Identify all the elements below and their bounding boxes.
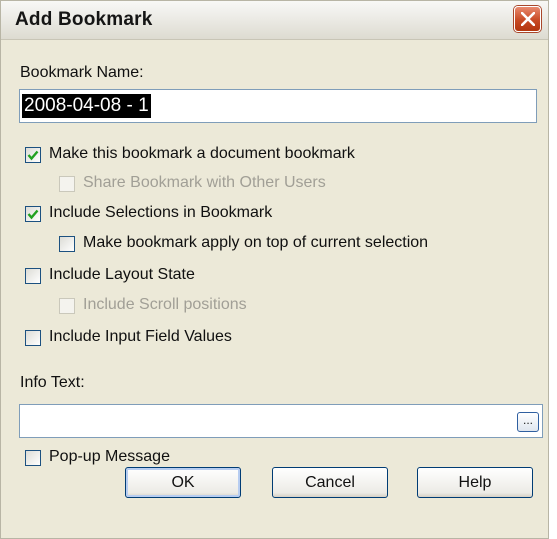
- apply-on-top-label: Make bookmark apply on top of current se…: [83, 234, 429, 251]
- bookmark-name-label: Bookmark Name:: [20, 64, 144, 81]
- popup-message-checkbox[interactable]: [25, 450, 41, 466]
- checkmark-icon: [27, 150, 39, 161]
- input-field-values-label: Include Input Field Values: [49, 328, 232, 345]
- title-bar[interactable]: Add Bookmark: [1, 1, 548, 40]
- close-icon: [521, 12, 535, 26]
- info-text-input[interactable]: [19, 404, 543, 438]
- apply-on-top-checkbox[interactable]: [59, 236, 75, 252]
- close-button[interactable]: [514, 6, 541, 32]
- ok-button-label: OK: [171, 474, 195, 491]
- ok-button[interactable]: OK: [125, 467, 241, 498]
- popup-message-label: Pop-up Message: [49, 448, 170, 465]
- include-selections-label: Include Selections in Bookmark: [49, 204, 273, 221]
- scroll-positions-checkbox: [59, 298, 75, 314]
- help-button[interactable]: Help: [417, 467, 533, 498]
- info-text-label: Info Text:: [20, 374, 85, 391]
- layout-state-checkbox[interactable]: [25, 268, 41, 284]
- bookmark-name-input[interactable]: 2008-04-08 - 1: [19, 89, 537, 123]
- browse-button[interactable]: ...: [517, 412, 539, 432]
- bookmark-name-value: 2008-04-08 - 1: [22, 94, 151, 118]
- scroll-positions-label: Include Scroll positions: [83, 296, 247, 313]
- add-bookmark-dialog: Add Bookmark Bookmark Name: 2008-04-08 -…: [0, 0, 549, 539]
- checkmark-icon: [27, 209, 39, 220]
- input-field-values-checkbox[interactable]: [25, 330, 41, 346]
- cancel-button[interactable]: Cancel: [272, 467, 388, 498]
- document-bookmark-label: Make this bookmark a document bookmark: [49, 145, 355, 162]
- include-selections-checkbox[interactable]: [25, 206, 41, 222]
- share-bookmark-checkbox: [59, 176, 75, 192]
- browse-button-label: ...: [522, 413, 533, 427]
- layout-state-label: Include Layout State: [49, 266, 195, 283]
- cancel-button-label: Cancel: [305, 474, 355, 491]
- help-button-label: Help: [458, 474, 492, 491]
- document-bookmark-checkbox[interactable]: [25, 147, 41, 163]
- dialog-title: Add Bookmark: [15, 9, 153, 30]
- share-bookmark-label: Share Bookmark with Other Users: [83, 174, 326, 191]
